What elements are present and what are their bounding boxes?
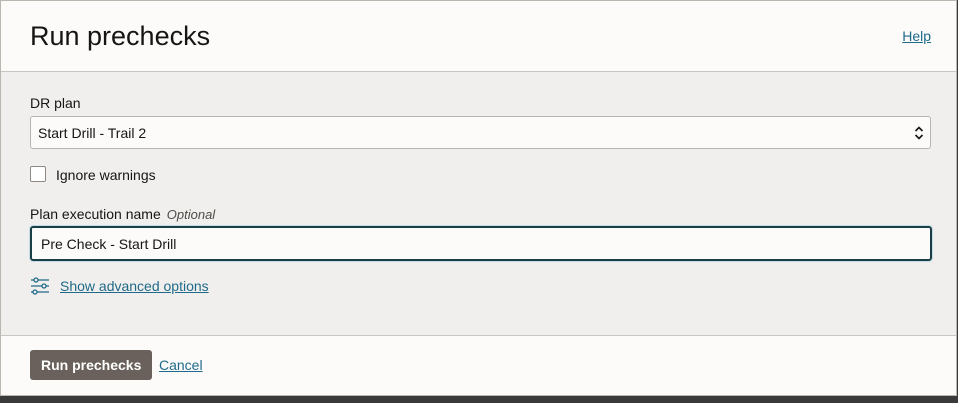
dr-plan-selected-value: Start Drill - Trail 2 — [38, 125, 147, 141]
execution-name-label-row: Plan execution name Optional — [30, 206, 215, 222]
dr-plan-select[interactable]: Start Drill - Trail 2 — [30, 116, 931, 149]
dialog-header: Run prechecks Help — [1, 1, 956, 72]
dr-plan-label: DR plan — [30, 95, 81, 111]
optional-label: Optional — [166, 207, 216, 222]
ignore-warnings-label: Ignore warnings — [56, 167, 156, 183]
run-prechecks-button[interactable]: Run prechecks — [30, 350, 153, 380]
cancel-link[interactable]: Cancel — [159, 357, 203, 373]
run-prechecks-dialog: Run prechecks Help DR plan Start Drill -… — [0, 0, 957, 396]
sliders-icon[interactable] — [30, 276, 50, 296]
ignore-warnings-checkbox[interactable] — [30, 166, 46, 182]
dialog-title: Run prechecks — [30, 21, 211, 51]
show-advanced-options-link[interactable]: Show advanced options — [60, 278, 209, 294]
execution-name-input[interactable] — [29, 225, 933, 262]
select-arrows-icon — [914, 126, 924, 140]
execution-name-label: Plan execution name — [30, 206, 161, 222]
dialog-footer: Run prechecks Cancel — [1, 335, 956, 395]
help-link[interactable]: Help — [902, 28, 931, 44]
